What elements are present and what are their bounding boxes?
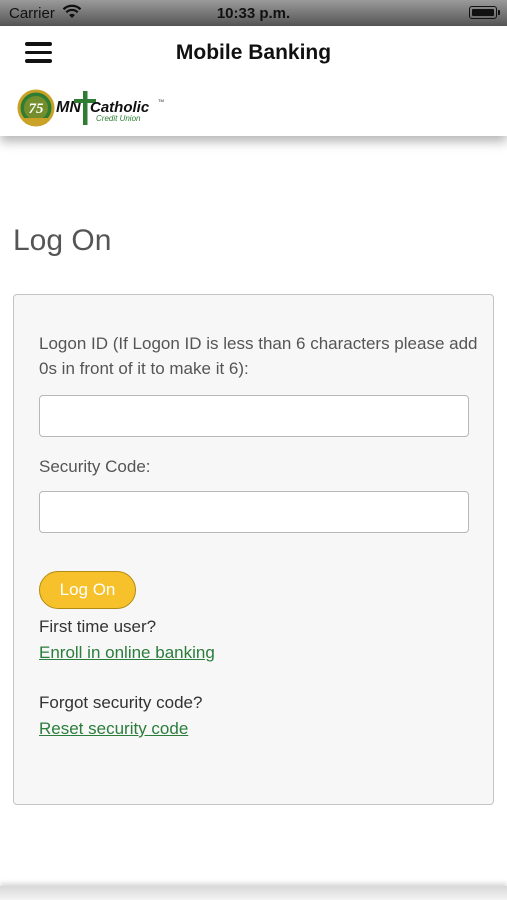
header-title: Mobile Banking <box>175 41 332 64</box>
first-time-user-prompt: First time user? <box>39 617 157 636</box>
forgot-security-code-prompt: Forgot security code? <box>39 693 203 712</box>
page-title: Log On <box>13 224 112 257</box>
svg-text:Credit Union: Credit Union <box>96 114 141 123</box>
logon-id-input[interactable] <box>39 395 469 437</box>
mn-catholic-credit-union-logo: 75 MN Catholic TM Credit Union <box>17 89 164 127</box>
svg-text:TM: TM <box>158 98 164 103</box>
status-bar: Carrier 10:33 p.m. <box>0 0 507 26</box>
reset-security-code-link[interactable]: Reset security code <box>39 719 188 739</box>
battery-icon <box>469 6 500 19</box>
logon-id-label: Logon ID (If Logon ID is less than 6 cha… <box>39 334 478 378</box>
log-on-button[interactable]: Log On <box>39 571 136 609</box>
bottom-bar <box>0 886 507 900</box>
security-code-input[interactable] <box>39 491 469 533</box>
svg-text:75: 75 <box>29 101 45 117</box>
clock: 10:33 p.m. <box>216 5 291 22</box>
security-code-label: Security Code: <box>39 457 151 476</box>
enroll-online-banking-link[interactable]: Enroll in online banking <box>39 643 215 663</box>
logon-panel: Logon ID (If Logon ID is less than 6 cha… <box>13 294 494 805</box>
main-content: Log On Logon ID (If Logon ID is less tha… <box>0 136 507 886</box>
app-header: Mobile Banking 75 MN Catholic TM Credit … <box>0 26 507 136</box>
